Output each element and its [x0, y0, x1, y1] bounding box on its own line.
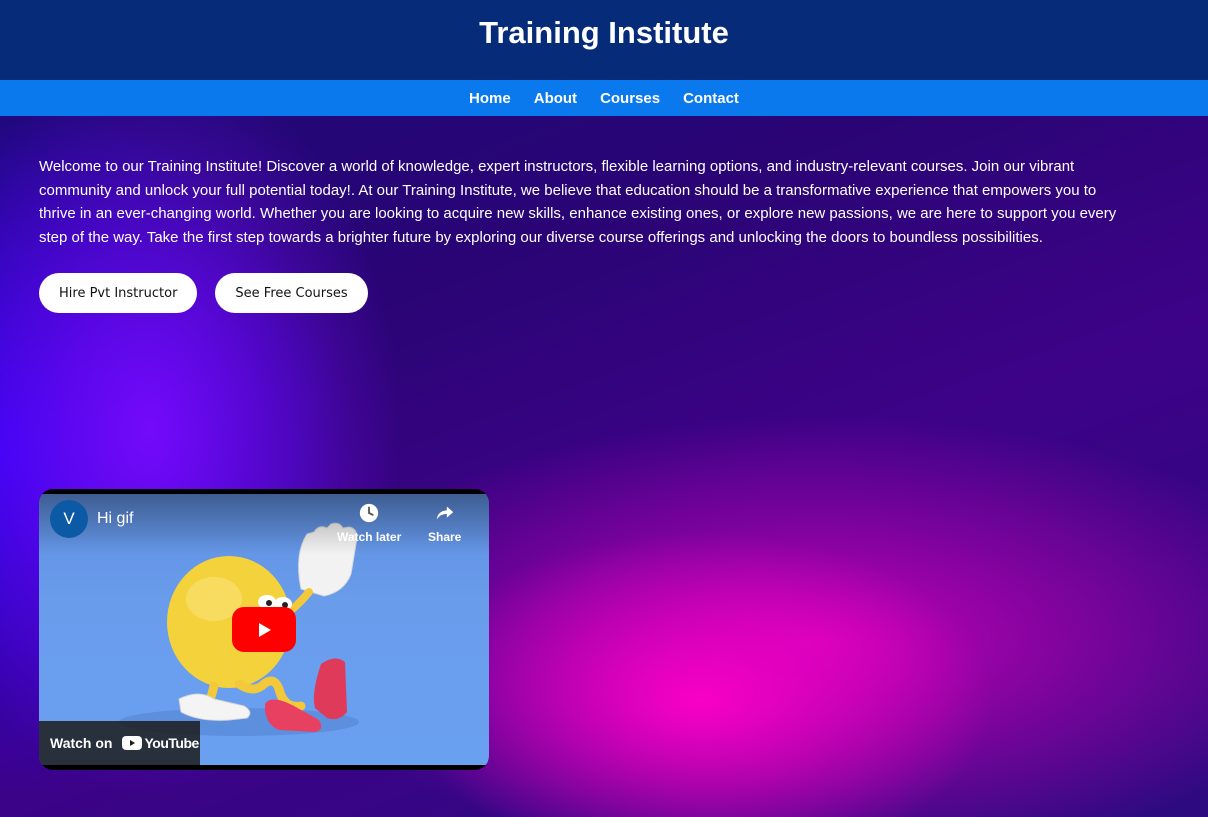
main-nav: Home About Courses Contact	[0, 80, 1208, 116]
share-icon	[436, 506, 453, 520]
nav-link-home[interactable]: Home	[469, 90, 511, 107]
watch-later-label: Watch later	[337, 530, 402, 544]
free-courses-button[interactable]: See Free Courses	[215, 273, 368, 313]
play-button[interactable]	[232, 607, 296, 652]
watch-later-button[interactable]: Watch later	[337, 502, 401, 544]
youtube-logo: YouTube	[122, 735, 199, 751]
video-title[interactable]: Hi gif	[97, 510, 133, 528]
intro-text: Welcome to our Training Institute! Disco…	[39, 158, 1117, 246]
page: Training Institute Home About Courses Co…	[0, 0, 1208, 817]
youtube-wordmark: YouTube	[144, 735, 199, 751]
watch-on-label: Watch on	[50, 735, 113, 751]
nav-link-courses[interactable]: Courses	[600, 90, 660, 107]
watch-on-youtube-button[interactable]: Watch on YouTube	[39, 721, 200, 765]
clock-icon	[359, 503, 379, 523]
youtube-play-icon	[122, 736, 143, 750]
youtube-embed[interactable]: V Hi gif Watch later Share Watch on YouT…	[39, 489, 489, 770]
cta-buttons: Hire Pvt Instructor See Free Courses	[39, 273, 368, 313]
nav-link-about[interactable]: About	[534, 90, 577, 107]
video-thumbnail[interactable]: V Hi gif Watch later Share Watch on YouT…	[39, 494, 489, 765]
share-button[interactable]: Share	[428, 502, 461, 544]
channel-avatar[interactable]: V	[50, 500, 88, 538]
play-icon	[259, 622, 271, 637]
site-header: Training Institute	[0, 0, 1208, 80]
nav-link-contact[interactable]: Contact	[683, 90, 739, 107]
share-label: Share	[428, 530, 462, 544]
site-title: Training Institute	[479, 15, 729, 50]
hire-instructor-button[interactable]: Hire Pvt Instructor	[39, 273, 198, 313]
